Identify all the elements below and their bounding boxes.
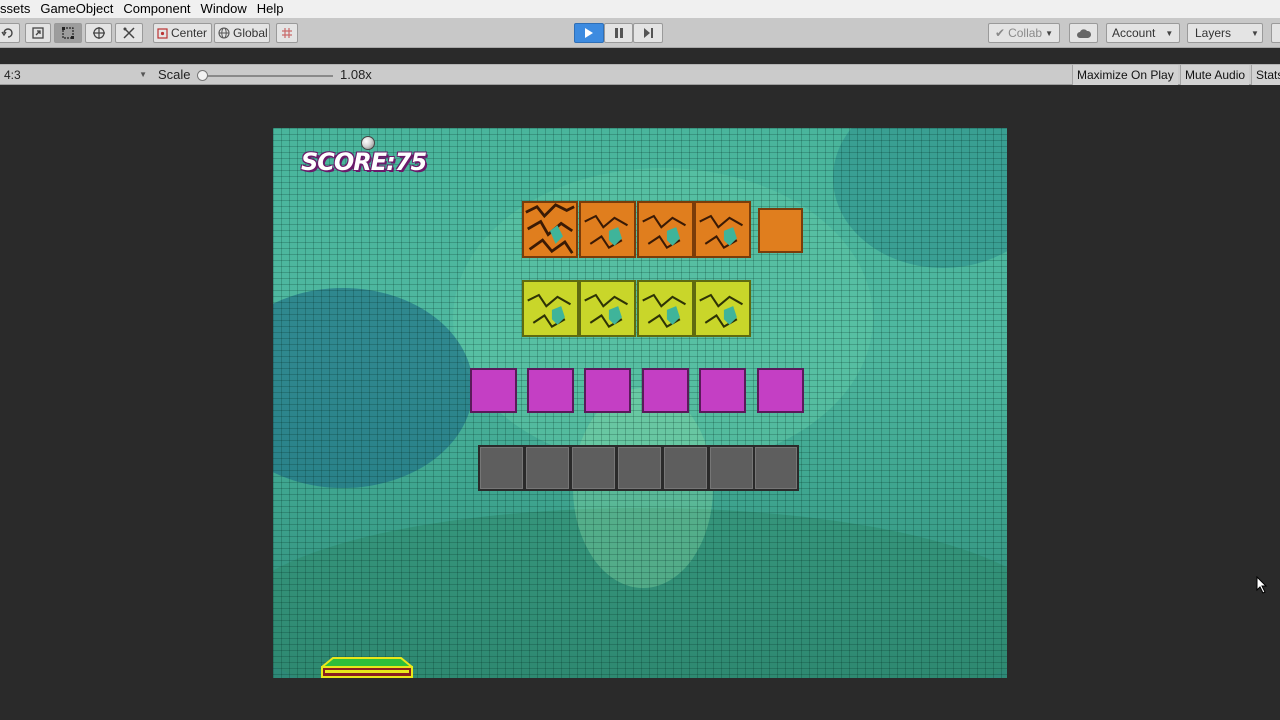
maximize-on-play-toggle[interactable]: Maximize On Play [1072, 65, 1178, 85]
ball [361, 136, 375, 150]
menu-component[interactable]: Component [118, 0, 195, 18]
brick-gray [570, 445, 617, 491]
layout-dropdown[interactable] [1271, 23, 1280, 43]
cloud-icon [1076, 28, 1092, 39]
brick-magenta [642, 368, 689, 413]
brick-magenta [527, 368, 574, 413]
chevron-down-icon: ▼ [139, 70, 147, 79]
brick-gray [708, 445, 755, 491]
chevron-down-icon: ▼ [1045, 28, 1054, 38]
mute-audio-toggle[interactable]: Mute Audio [1180, 65, 1250, 85]
layers-dropdown[interactable]: Layers ▼ [1187, 23, 1263, 43]
menu-help[interactable]: Help [252, 0, 289, 18]
cloud-button[interactable] [1069, 23, 1098, 43]
crack-icon [642, 293, 686, 328]
brick-yellow [694, 280, 751, 337]
grid-snap-icon [281, 27, 293, 39]
brick-magenta [699, 368, 746, 413]
scale-slider-thumb[interactable] [197, 70, 208, 81]
score-display: SCORE:75 [301, 148, 427, 176]
brick-yellow [579, 280, 636, 337]
brick-orange [694, 201, 751, 258]
brick-gray [616, 445, 663, 491]
menu-bar: ssets GameObject Component Window Help [0, 0, 1280, 18]
crack-icon [527, 293, 571, 328]
menu-assets[interactable]: ssets [0, 0, 35, 18]
aspect-value: 4:3 [4, 68, 21, 82]
chevron-down-icon: ▼ [1165, 28, 1174, 38]
crack-icon [584, 214, 628, 249]
crack-icon [699, 293, 743, 328]
game-view[interactable]: SCORE:75 [273, 128, 1007, 678]
aspect-ratio-dropdown[interactable]: 4:3 ▼ [0, 65, 150, 85]
custom-tool-icon [122, 26, 136, 40]
rect-tool-icon [61, 26, 75, 40]
rotate-tool-icon [1, 26, 15, 40]
pivot-center-toggle[interactable]: Center [153, 23, 212, 43]
paddle [321, 657, 413, 678]
brick-gray [478, 445, 525, 491]
menu-window[interactable]: Window [196, 0, 252, 18]
crack-icon [699, 214, 743, 249]
menu-gameobject[interactable]: GameObject [35, 0, 118, 18]
brick-gray [524, 445, 571, 491]
pivot-space-toggle[interactable]: Global [214, 23, 270, 43]
brick-magenta [757, 368, 804, 413]
custom-tool-button[interactable] [115, 23, 143, 43]
scale-label: Scale [158, 67, 191, 82]
pause-button[interactable] [604, 23, 633, 43]
collab-dropdown[interactable]: ✔ Collab ▼ [988, 23, 1060, 43]
crack-icon [525, 203, 575, 254]
account-dropdown[interactable]: Account ▼ [1106, 23, 1180, 43]
scale-tool-button[interactable] [25, 23, 51, 43]
crack-icon [584, 293, 628, 328]
brick-yellow [522, 280, 579, 337]
scale-tool-icon [31, 26, 45, 40]
pivot-label: Center [171, 26, 208, 40]
crack-icon [642, 214, 686, 249]
transform-tool-button[interactable] [85, 23, 112, 43]
check-icon: ✔ [995, 26, 1006, 40]
chevron-down-icon: ▼ [1251, 28, 1259, 38]
brick-orange [637, 201, 694, 258]
brick-gray [662, 445, 709, 491]
step-icon [643, 28, 654, 38]
stats-toggle[interactable]: Stats [1251, 65, 1280, 85]
rotate-tool-button[interactable] [0, 23, 20, 43]
space-label: Global [233, 26, 268, 40]
account-label: Account [1112, 26, 1156, 40]
transform-tool-icon [92, 26, 106, 40]
scale-value: 1.08x [340, 67, 372, 82]
mouse-cursor-icon [1256, 576, 1268, 594]
brick-orange [758, 208, 803, 253]
brick-orange [522, 201, 578, 258]
brick-yellow [637, 280, 694, 337]
rect-tool-button[interactable] [54, 23, 82, 43]
step-button[interactable] [633, 23, 663, 43]
game-view-toolbar: 4:3 ▼ Scale 1.08x Maximize On Play Mute … [0, 64, 1280, 85]
brick-gray [753, 445, 799, 491]
brick-magenta [470, 368, 517, 413]
layers-label: Layers [1195, 26, 1232, 40]
pivot-icon [157, 27, 168, 39]
pause-icon [614, 28, 624, 38]
collab-label: Collab [1008, 26, 1043, 40]
brick-orange [579, 201, 636, 258]
brick-magenta [584, 368, 631, 413]
play-icon [584, 28, 594, 38]
main-toolbar: Center Global ✔ Collab ▼ Account ▼ Layer… [0, 18, 1280, 48]
globe-icon [218, 27, 230, 39]
snap-settings-button[interactable] [276, 23, 298, 43]
play-button[interactable] [574, 23, 604, 43]
scale-slider-track[interactable] [200, 75, 333, 77]
